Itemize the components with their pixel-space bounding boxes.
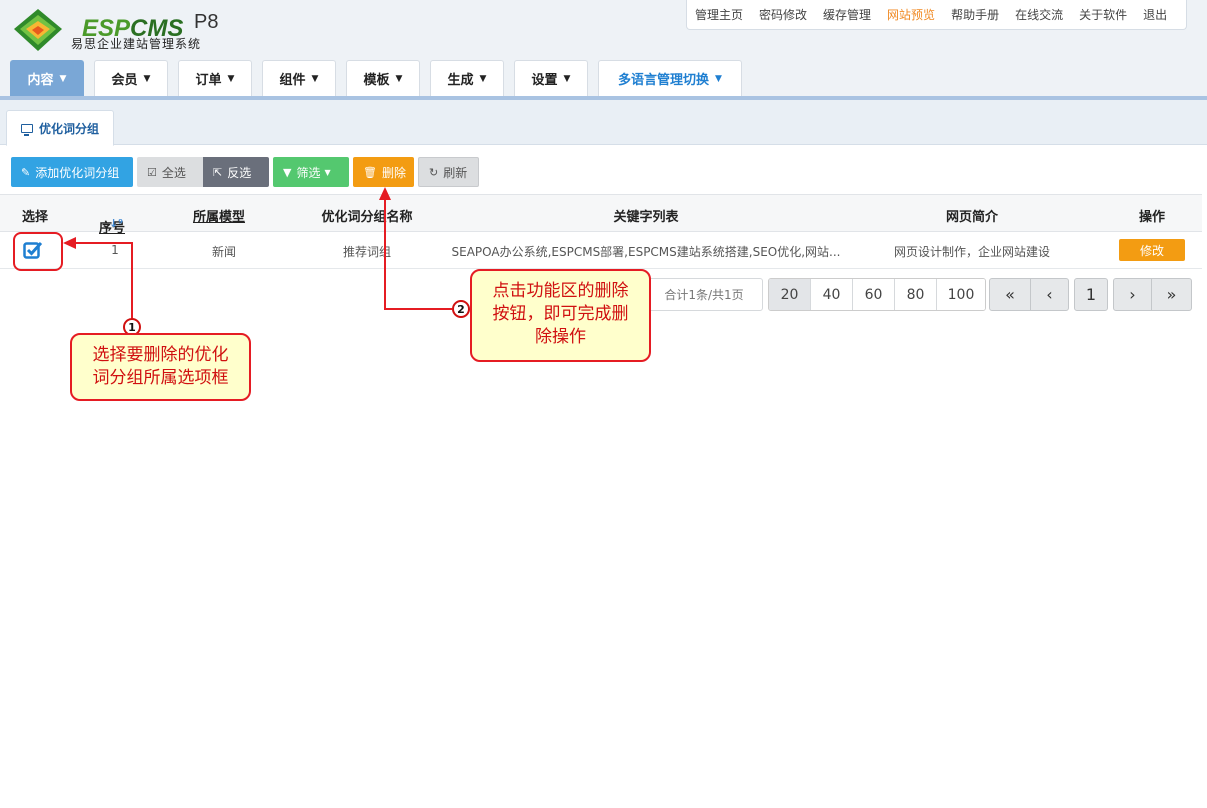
step-2-line-3: 除操作 (535, 327, 586, 347)
step-2-line-2: 按钮，即可完成删 (492, 304, 629, 324)
step-1-line-2: 词分组所属选项框 (92, 368, 229, 388)
step-1-callout: 选择要删除的优化 词分组所属选项框 (70, 333, 251, 401)
step-2-badge: 2 (452, 300, 470, 318)
step-2-callout: 点击功能区的删除 按钮，即可完成删 除操作 (470, 269, 651, 362)
step-1-line-1: 选择要删除的优化 (92, 345, 229, 365)
annotation-arrows (13, 187, 452, 322)
step-2-line-1: 点击功能区的删除 (492, 281, 629, 301)
